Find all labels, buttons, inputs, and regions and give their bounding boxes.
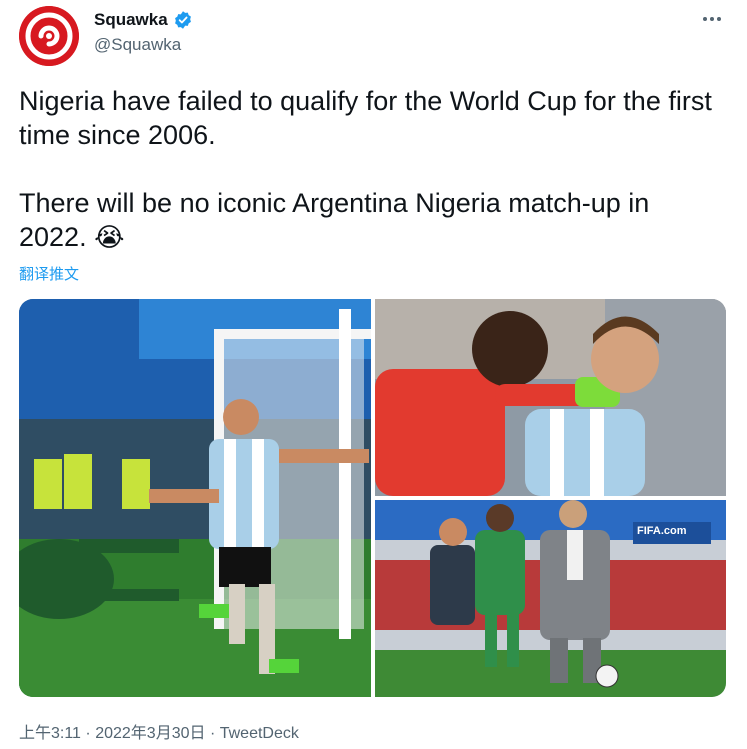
photo-maradona-sideline[interactable]: FIFA.com [375,500,726,697]
tweet-date[interactable]: 2022年3月30日 [95,725,205,742]
account-name-row: Squawka [94,10,193,30]
tweet-text: Nigeria have failed to qualify for the W… [19,84,724,254]
photo-goalkeeper-and-messi[interactable] [375,299,726,496]
meta-separator: · [85,725,91,742]
tweet-time[interactable]: 上午3:11 [19,725,81,742]
avatar[interactable] [19,6,79,66]
fifa-sign-text: FIFA.com [637,525,687,537]
account-handle[interactable]: @Squawka [94,35,181,55]
tweet-source[interactable]: TweetDeck [220,725,299,742]
verified-badge-icon [173,10,193,30]
tweet-meta: 上午3:11 · 2022年3月30日 · TweetDeck [19,719,299,743]
photo-messi-celebrating[interactable] [19,299,371,697]
media-grid: FIFA.com [19,299,726,697]
squawka-logo [19,6,79,66]
more-options-icon[interactable] [703,12,727,26]
translate-tweet-link[interactable]: 翻译推文 [19,263,79,284]
tweet: Squawka @Squawka Nigeria have failed to … [0,0,747,749]
meta-separator-2: · [209,725,216,742]
tweet-text-line1: Nigeria have failed to qualify for the W… [19,86,720,150]
crying-face-emoji: 😭 [94,222,125,252]
account-name[interactable]: Squawka [94,10,168,30]
